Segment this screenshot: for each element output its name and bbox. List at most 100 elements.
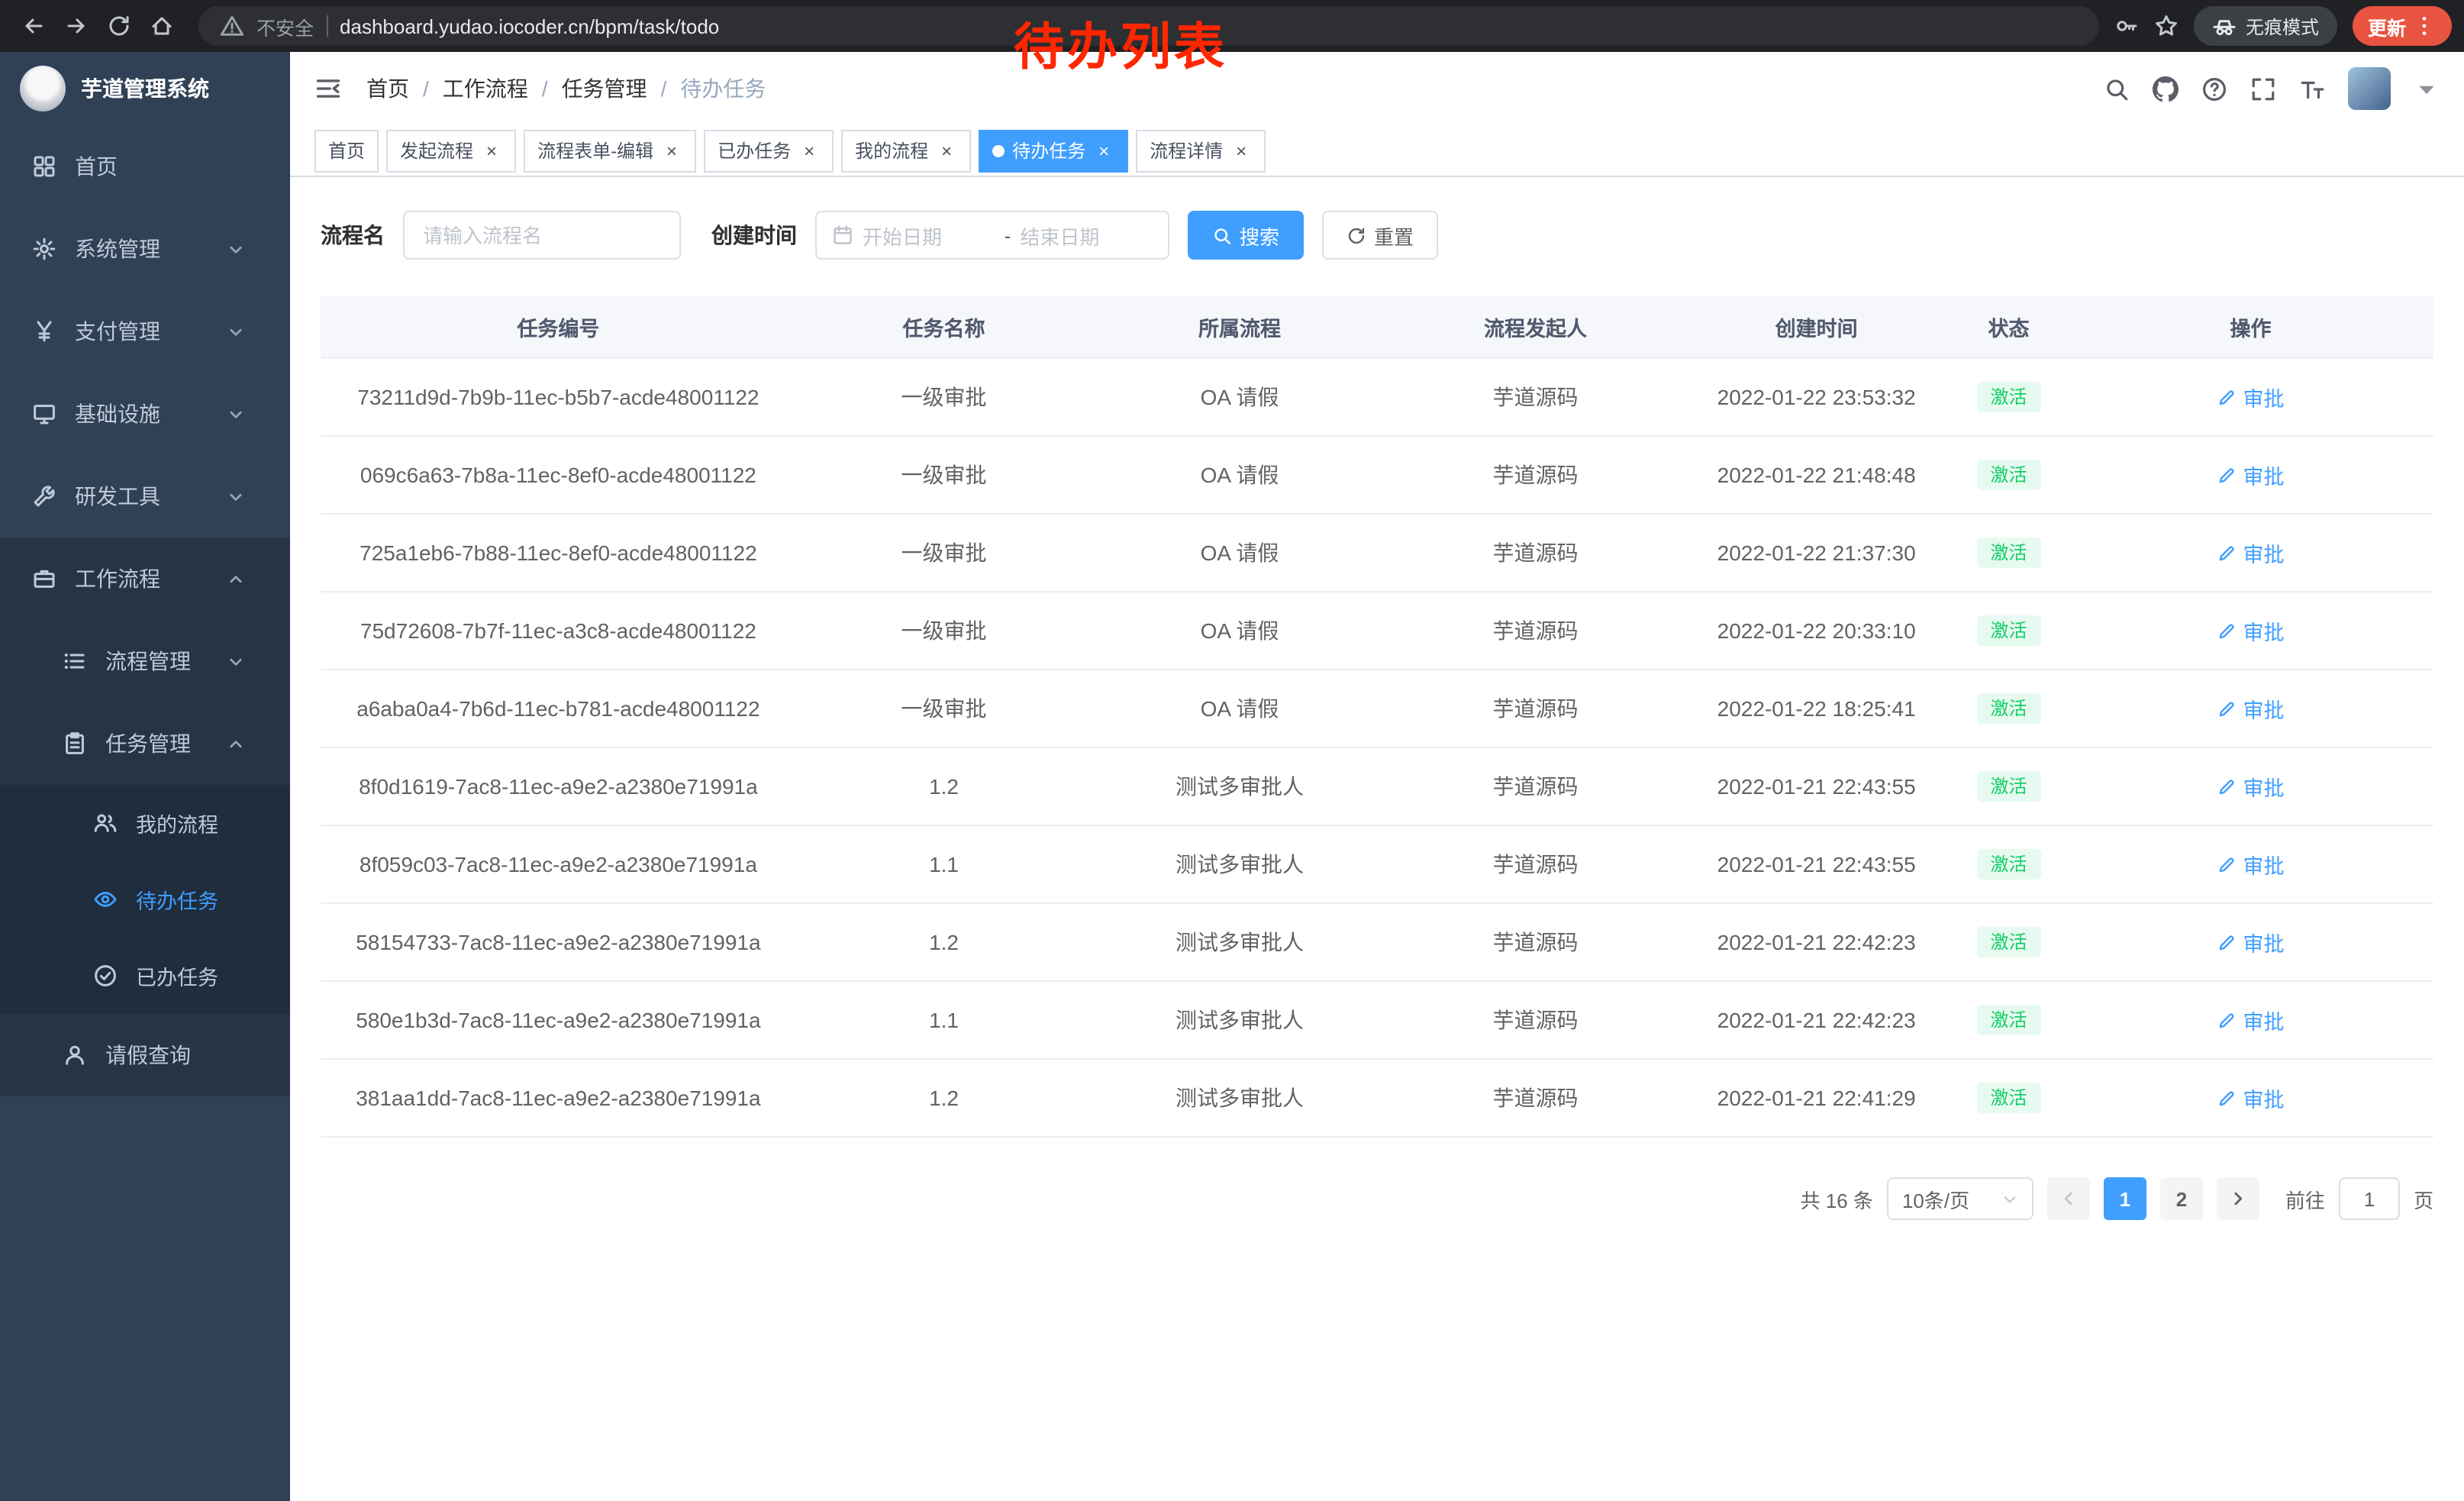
star-icon[interactable]: [2154, 14, 2179, 38]
browser-back-button[interactable]: [12, 5, 55, 47]
status-badge: 激活: [1977, 1005, 2041, 1036]
status-badge: 激活: [1977, 849, 2041, 880]
process-name-input[interactable]: [403, 211, 681, 260]
approve-button[interactable]: 审批: [2217, 615, 2285, 646]
sidebar-item-process-management[interactable]: 流程管理: [0, 620, 290, 702]
next-page-button[interactable]: [2217, 1177, 2259, 1220]
status-badge: 激活: [1977, 382, 2041, 413]
process-name-label: 流程名: [321, 220, 385, 250]
approve-button[interactable]: 审批: [2217, 460, 2285, 490]
font-size-icon[interactable]: [2299, 76, 2325, 102]
incognito-badge: 无痕模式: [2194, 6, 2337, 46]
browser-home-button[interactable]: [140, 5, 183, 47]
sidebar-item-home[interactable]: 首页: [0, 125, 290, 208]
menu-fold-icon[interactable]: [314, 75, 342, 102]
sidebar-item-label: 工作流程: [75, 563, 221, 594]
page-size-select[interactable]: 10条/页: [1887, 1177, 2033, 1220]
tab-form-edit[interactable]: 流程表单-编辑×: [524, 129, 696, 172]
cell-starter: 芋道源码: [1388, 358, 1684, 436]
goto-page-input[interactable]: [2339, 1177, 2400, 1220]
date-range-picker[interactable]: 开始日期 - 结束日期: [815, 211, 1169, 260]
sidebar-item-payment-management[interactable]: 支付管理: [0, 290, 290, 373]
approve-button[interactable]: 审批: [2217, 537, 2285, 568]
status-badge: 激活: [1977, 615, 2041, 647]
close-icon[interactable]: ×: [936, 140, 957, 161]
sidebar-item-leave-query[interactable]: 请假查询: [0, 1014, 290, 1096]
close-icon[interactable]: ×: [1093, 140, 1114, 161]
reset-button[interactable]: 重置: [1322, 211, 1438, 260]
tab-home[interactable]: 首页: [314, 129, 379, 172]
approve-button[interactable]: 审批: [2217, 927, 2285, 957]
help-icon[interactable]: [2201, 76, 2227, 102]
yen-icon: [31, 319, 58, 344]
breadcrumb-separator: /: [661, 76, 667, 101]
breadcrumb-separator: /: [542, 76, 548, 101]
browser-update-menu-button[interactable]: 更新: [2353, 6, 2452, 46]
app-logo: [20, 66, 66, 111]
cell-task-name: 一级审批: [796, 514, 1092, 592]
search-button[interactable]: 搜索: [1188, 211, 1304, 260]
home-icon: [150, 14, 174, 38]
tab-my-process[interactable]: 我的流程×: [841, 129, 971, 172]
edit-icon: [2217, 1010, 2237, 1030]
tab-done-tasks[interactable]: 已办任务×: [704, 129, 834, 172]
tab-start-process[interactable]: 发起流程 ×: [386, 129, 516, 172]
task-table: 任务编号任务名称所属流程流程发起人创建时间状态操作 73211d9d-7b9b-…: [321, 296, 2433, 1138]
tab-todo-tasks[interactable]: 待办任务×: [979, 129, 1128, 172]
close-icon[interactable]: ×: [1230, 140, 1252, 161]
cell-process: OA 请假: [1092, 592, 1388, 670]
column-header: 流程发起人: [1388, 296, 1684, 358]
approve-button[interactable]: 审批: [2217, 1083, 2285, 1113]
approve-button[interactable]: 审批: [2217, 771, 2285, 802]
sidebar-item-system-management[interactable]: 系统管理: [0, 208, 290, 290]
page-list: 12: [2104, 1177, 2203, 1220]
search-icon[interactable]: [2104, 76, 2130, 102]
sidebar-item-dev-tools[interactable]: 研发工具: [0, 455, 290, 537]
status-badge: 激活: [1977, 771, 2041, 802]
breadcrumb-item: 待办任务: [680, 73, 766, 104]
sidebar-item-workflow[interactable]: 工作流程: [0, 537, 290, 620]
tab-label: 发起流程: [400, 137, 473, 163]
sidebar-item-done-tasks[interactable]: 已办任务: [0, 938, 290, 1014]
cell-starter: 芋道源码: [1388, 436, 1684, 514]
key-icon[interactable]: [2114, 14, 2139, 38]
browser-toolbar: 不安全 dashboard.yudao.iocoder.cn/bpm/task/…: [0, 0, 2464, 52]
cell-task-id: 8f059c03-7ac8-11ec-a9e2-a2380e71991a: [321, 825, 796, 903]
range-separator: -: [1005, 224, 1011, 247]
browser-refresh-button[interactable]: [98, 5, 140, 47]
close-icon[interactable]: ×: [481, 140, 502, 161]
user-avatar[interactable]: [2348, 67, 2391, 110]
breadcrumb-item[interactable]: 工作流程: [443, 73, 528, 104]
approve-button[interactable]: 审批: [2217, 693, 2285, 724]
approve-button[interactable]: 审批: [2217, 1005, 2285, 1035]
breadcrumb-item[interactable]: 任务管理: [562, 73, 647, 104]
sidebar-menu: 首页系统管理支付管理基础设施研发工具工作流程流程管理任务管理我的流程待办任务已办…: [0, 125, 290, 1096]
breadcrumb-separator: /: [423, 76, 429, 101]
chevron-right-icon: [2229, 1190, 2247, 1208]
gear-icon: [31, 237, 58, 261]
approve-button[interactable]: 审批: [2217, 849, 2285, 880]
sidebar-item-task-management[interactable]: 任务管理: [0, 702, 290, 785]
edit-icon: [2217, 621, 2237, 641]
prev-page-button[interactable]: [2047, 1177, 2090, 1220]
close-icon[interactable]: ×: [661, 140, 682, 161]
edit-icon: [2217, 543, 2237, 563]
sidebar-item-todo-tasks[interactable]: 待办任务: [0, 861, 290, 938]
chevron-down-icon: [221, 240, 249, 257]
tab-process-detail[interactable]: 流程详情×: [1136, 129, 1266, 172]
sidebar-item-my-process[interactable]: 我的流程: [0, 785, 290, 861]
fullscreen-icon[interactable]: [2250, 76, 2276, 102]
close-icon[interactable]: ×: [798, 140, 820, 161]
breadcrumb-item[interactable]: 首页: [366, 73, 409, 104]
sidebar-item-infrastructure[interactable]: 基础设施: [0, 373, 290, 455]
cell-create-time: 2022-01-22 21:37:30: [1683, 514, 1950, 592]
page-button[interactable]: 2: [2160, 1177, 2203, 1220]
approve-button[interactable]: 审批: [2217, 382, 2285, 412]
github-icon[interactable]: [2153, 76, 2179, 102]
table-header-row: 任务编号任务名称所属流程流程发起人创建时间状态操作: [321, 296, 2433, 358]
active-tab-dot: [992, 144, 1005, 157]
page-button[interactable]: 1: [2104, 1177, 2146, 1220]
caret-down-icon[interactable]: [2414, 76, 2440, 102]
approve-label: 审批: [2243, 615, 2285, 646]
browser-forward-button[interactable]: [55, 5, 98, 47]
